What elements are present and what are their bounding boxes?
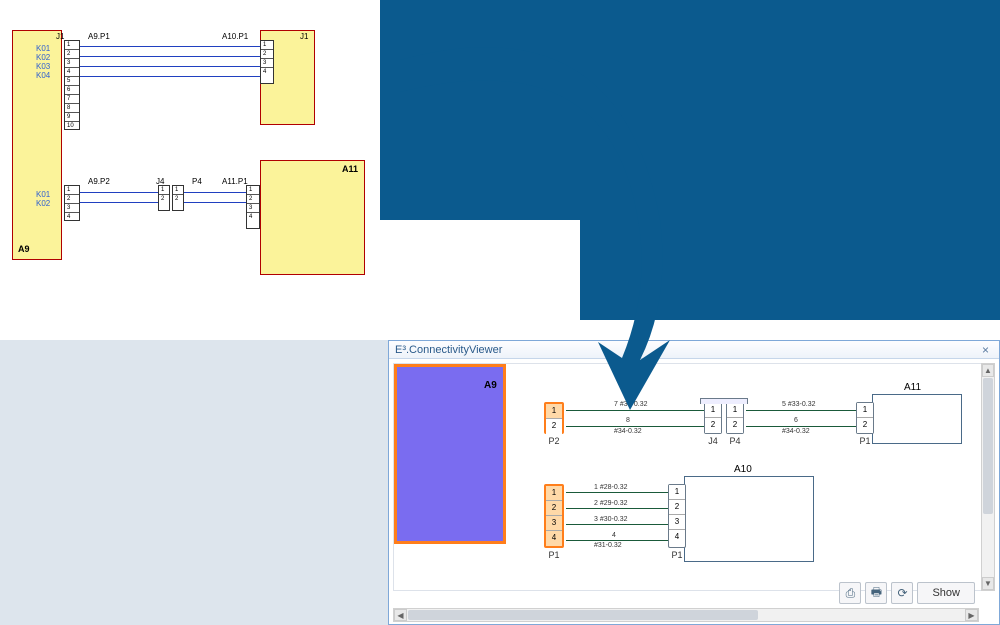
cv-wlabel: 5 #33-0.32 <box>782 401 816 408</box>
cv-p4-label: P4 <box>725 436 745 446</box>
a9p1-label: A9.P1 <box>88 32 110 41</box>
viewer-canvas[interactable]: A9 1 2 P2 1 2 3 4 P1 1 2 J4 1 <box>393 363 995 591</box>
wire <box>184 192 246 193</box>
scroll-thumb-h[interactable] <box>408 610 758 620</box>
cv-wire <box>566 410 704 411</box>
sig-k01b: K01 <box>36 190 50 199</box>
cv-wire <box>566 426 704 427</box>
wire <box>80 76 260 77</box>
viewer-title-text: E³.ConnectivityViewer <box>395 344 502 356</box>
top-region: A9 123 456 78910 J1 A9.P1 K01 K02 K03 K0… <box>0 0 1000 340</box>
cv-port-a10-p1[interactable]: 1 2 3 4 <box>668 484 686 548</box>
a10p1-label: A10.P1 <box>222 32 248 41</box>
cv-wlabel: 2 #29-0.32 <box>594 500 628 507</box>
refresh-icon: ⟳ <box>897 586 907 600</box>
scroll-right-icon[interactable]: ▶ <box>965 609 978 621</box>
scroll-up-icon[interactable]: ▲ <box>982 364 994 377</box>
block-a11-label: A11 <box>342 164 358 174</box>
cv-wlabel: #34-0.32 <box>782 428 810 435</box>
connectivity-viewer-window: E³.ConnectivityViewer × A9 1 2 P2 1 2 3 … <box>388 340 1000 625</box>
print-icon: 🖶 <box>871 583 882 604</box>
scroll-left-icon[interactable]: ◀ <box>394 609 407 621</box>
connector-p4: 12 <box>172 185 184 211</box>
cv-p2-label: P2 <box>544 436 564 446</box>
p4-label: P4 <box>192 177 202 186</box>
cv-wlabel: 4 <box>612 532 616 539</box>
cv-wlabel: 3 #30-0.32 <box>594 516 628 523</box>
cv-a11-label: A11 <box>904 382 921 393</box>
cv-wlabel: 6 <box>794 417 798 424</box>
print-button[interactable]: 🖶 <box>865 582 887 604</box>
block-a11 <box>260 160 365 275</box>
connector-a11-p1: 1234 <box>246 185 260 229</box>
refresh-button[interactable]: ⟳ <box>891 582 913 604</box>
bottom-left-panel <box>0 340 388 625</box>
wire <box>80 192 158 193</box>
wire <box>80 202 158 203</box>
scroll-down-icon[interactable]: ▼ <box>982 577 994 590</box>
cv-port-p4[interactable]: 1 2 <box>726 402 744 434</box>
sig-k02b: K02 <box>36 199 50 208</box>
a9p2-label: A9.P2 <box>88 177 110 186</box>
sig-k01: K01 <box>36 44 50 53</box>
sig-k03: K03 <box>36 62 50 71</box>
cv-block-a9[interactable] <box>394 364 506 544</box>
sig-k02: K02 <box>36 53 50 62</box>
cv-port-j4[interactable]: 1 2 <box>704 402 722 434</box>
cv-port-a9-p1[interactable]: 1 2 3 4 <box>544 484 564 548</box>
cv-a10-label: A10 <box>734 464 752 475</box>
sig-k04: K04 <box>36 71 50 80</box>
cv-wire <box>566 508 668 509</box>
wire <box>80 56 260 57</box>
bottom-region: E³.ConnectivityViewer × A9 1 2 P2 1 2 3 … <box>0 340 1000 625</box>
cv-wire <box>746 410 856 411</box>
cv-j4p4-bridge <box>700 398 748 404</box>
show-button[interactable]: Show <box>917 582 975 604</box>
cv-wlabel: 7 #33-0.32 <box>614 401 648 408</box>
wire <box>80 46 260 47</box>
j1b-label: J1 <box>300 32 308 41</box>
cv-block-a11[interactable] <box>872 394 962 444</box>
cv-wire <box>566 540 668 541</box>
cv-a9-label: A9 <box>484 380 497 391</box>
cv-wlabel: 8 <box>626 417 630 424</box>
connector-j4: 12 <box>158 185 170 211</box>
j1-label: J1 <box>56 32 64 41</box>
viewer-title-bar[interactable]: E³.ConnectivityViewer × <box>389 341 999 359</box>
cv-block-a10[interactable] <box>684 476 814 562</box>
export-button[interactable]: ⎙ <box>839 582 861 604</box>
scrollbar-horizontal[interactable]: ◀ ▶ <box>393 608 979 622</box>
cv-port-a11-p1[interactable]: 1 2 <box>856 402 874 434</box>
close-icon[interactable]: × <box>978 343 993 357</box>
cv-wlabel: #34-0.32 <box>614 428 642 435</box>
cv-wire <box>566 492 668 493</box>
cv-a10-p1-label: P1 <box>667 550 687 560</box>
export-icon: ⎙ <box>846 586 856 601</box>
wire <box>184 202 246 203</box>
wire <box>80 66 260 67</box>
cv-j4-label: J4 <box>703 436 723 446</box>
connector-a9-p1: 123 456 78910 <box>64 40 80 130</box>
cv-wlabel: #31-0.32 <box>594 542 622 549</box>
cv-a11-p1-label: P1 <box>855 436 875 446</box>
cv-port-a9-p2[interactable]: 1 2 <box>544 402 564 434</box>
cv-wire <box>746 426 856 427</box>
white-patch <box>380 220 580 320</box>
scroll-thumb-v[interactable] <box>983 378 993 514</box>
block-a9-label: A9 <box>18 244 30 254</box>
cv-wire <box>566 524 668 525</box>
cv-wlabel: 1 #28-0.32 <box>594 484 628 491</box>
connector-a9-p2: 1234 <box>64 185 80 221</box>
cv-p1-label: P1 <box>544 550 564 560</box>
connector-a10-p1: 1234 <box>260 40 274 84</box>
source-schematic: A9 123 456 78910 J1 A9.P1 K01 K02 K03 K0… <box>0 0 380 315</box>
viewer-toolbar: ⎙ 🖶 ⟳ Show <box>839 582 975 604</box>
a11p1-label: A11.P1 <box>222 177 248 186</box>
scrollbar-vertical[interactable]: ▲ ▼ <box>981 363 995 591</box>
j4-label: J4 <box>156 177 164 186</box>
